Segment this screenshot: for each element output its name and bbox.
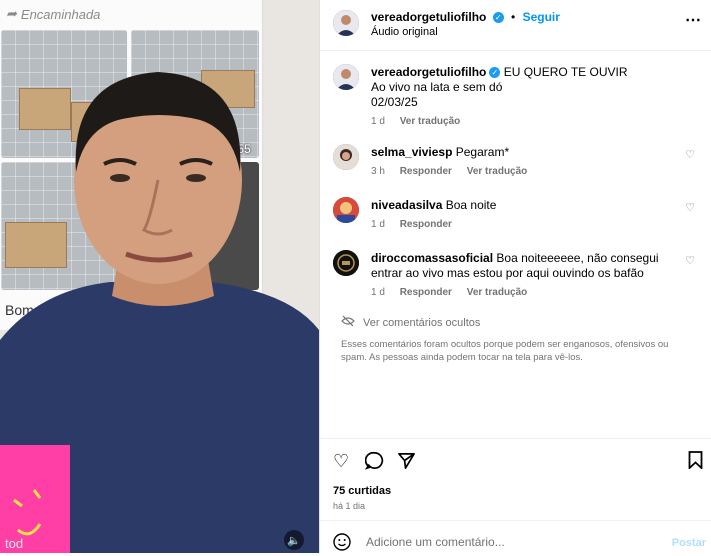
like-heart-icon[interactable]: ♡ bbox=[685, 201, 695, 214]
caption-text-line3: 02/03/25 bbox=[371, 95, 418, 109]
share-icon[interactable] bbox=[397, 451, 416, 475]
comment-time[interactable]: 1 d bbox=[371, 219, 385, 230]
caption-time[interactable]: 1 d bbox=[371, 116, 385, 127]
more-horizontal-icon[interactable]: ⋯ bbox=[685, 10, 702, 30]
comments-list[interactable]: vereadorgetuliofilho ✓ EU QUERO TE OUVIR … bbox=[320, 51, 711, 438]
hidden-comments-note: Esses comentários foram ocultos porque p… bbox=[341, 339, 669, 363]
avatar[interactable] bbox=[333, 10, 359, 36]
audio-label[interactable]: Áudio original bbox=[371, 26, 438, 38]
comment-input[interactable] bbox=[364, 534, 648, 550]
comment-username[interactable]: niveadasilva bbox=[371, 198, 442, 212]
caption-text-line1: EU QUERO TE OUVIR bbox=[503, 65, 628, 79]
separator-dot: • bbox=[511, 10, 516, 24]
reply-button[interactable]: Responder bbox=[400, 287, 452, 298]
reply-button[interactable]: Responder bbox=[400, 219, 452, 230]
comments-panel: vereadorgetuliofilho ✓ • Seguir Áudio or… bbox=[319, 0, 711, 553]
heart-icon[interactable]: ♡ bbox=[333, 451, 349, 472]
comment-username[interactable]: diroccomassasoficial bbox=[371, 251, 493, 265]
comment-time[interactable]: 1 d bbox=[371, 287, 385, 298]
comment-text: Pegaram* bbox=[455, 145, 510, 159]
caption-text-line2: Ao vivo na lata e sem dó bbox=[371, 80, 503, 94]
comment-time[interactable]: 3 h bbox=[371, 166, 385, 177]
reply-button[interactable]: Responder bbox=[400, 166, 452, 177]
avatar[interactable] bbox=[333, 197, 359, 223]
avatar[interactable] bbox=[333, 250, 359, 276]
follow-button[interactable]: Seguir bbox=[523, 10, 560, 24]
translate-link[interactable]: Ver tradução bbox=[467, 287, 528, 298]
speaker-person bbox=[0, 72, 319, 553]
overlay-text-partial: tod bbox=[5, 536, 24, 551]
post-button[interactable]: Postar bbox=[672, 537, 706, 549]
avatar[interactable] bbox=[333, 144, 359, 170]
translate-link[interactable]: Ver tradução bbox=[467, 166, 528, 177]
bookmark-icon[interactable] bbox=[688, 451, 703, 474]
avatar[interactable] bbox=[333, 64, 359, 90]
comment-icon[interactable] bbox=[364, 451, 384, 475]
forwarded-label: ➦ Encaminhada bbox=[6, 6, 101, 22]
audio-toggle-icon[interactable]: 🔈 bbox=[284, 530, 304, 550]
like-heart-icon[interactable]: ♡ bbox=[685, 254, 695, 267]
caption-username[interactable]: vereadorgetuliofilho bbox=[371, 65, 486, 79]
eye-off-icon bbox=[341, 315, 355, 330]
forward-arrow-icon: ➦ bbox=[6, 6, 17, 21]
comment-composer: Postar bbox=[320, 520, 711, 554]
author-username[interactable]: vereadorgetuliofilho bbox=[371, 10, 486, 24]
comment-text: Boa noite bbox=[445, 198, 497, 212]
comment-username[interactable]: selma_viviesp bbox=[371, 145, 452, 159]
post-header: vereadorgetuliofilho ✓ • Seguir Áudio or… bbox=[320, 0, 711, 51]
verified-icon: ✓ bbox=[489, 67, 501, 79]
post-media[interactable]: ➦ Encaminhada :55 Bom tod 🔈 bbox=[0, 0, 319, 553]
show-hidden-comments-button[interactable]: Ver comentários ocultos bbox=[341, 315, 480, 330]
post-age: há 1 dia bbox=[333, 501, 366, 511]
like-heart-icon[interactable]: ♡ bbox=[685, 148, 695, 161]
likes-count[interactable]: 75 curtidas bbox=[333, 485, 391, 497]
verified-icon: ✓ bbox=[492, 12, 504, 24]
translate-link[interactable]: Ver tradução bbox=[400, 116, 461, 127]
